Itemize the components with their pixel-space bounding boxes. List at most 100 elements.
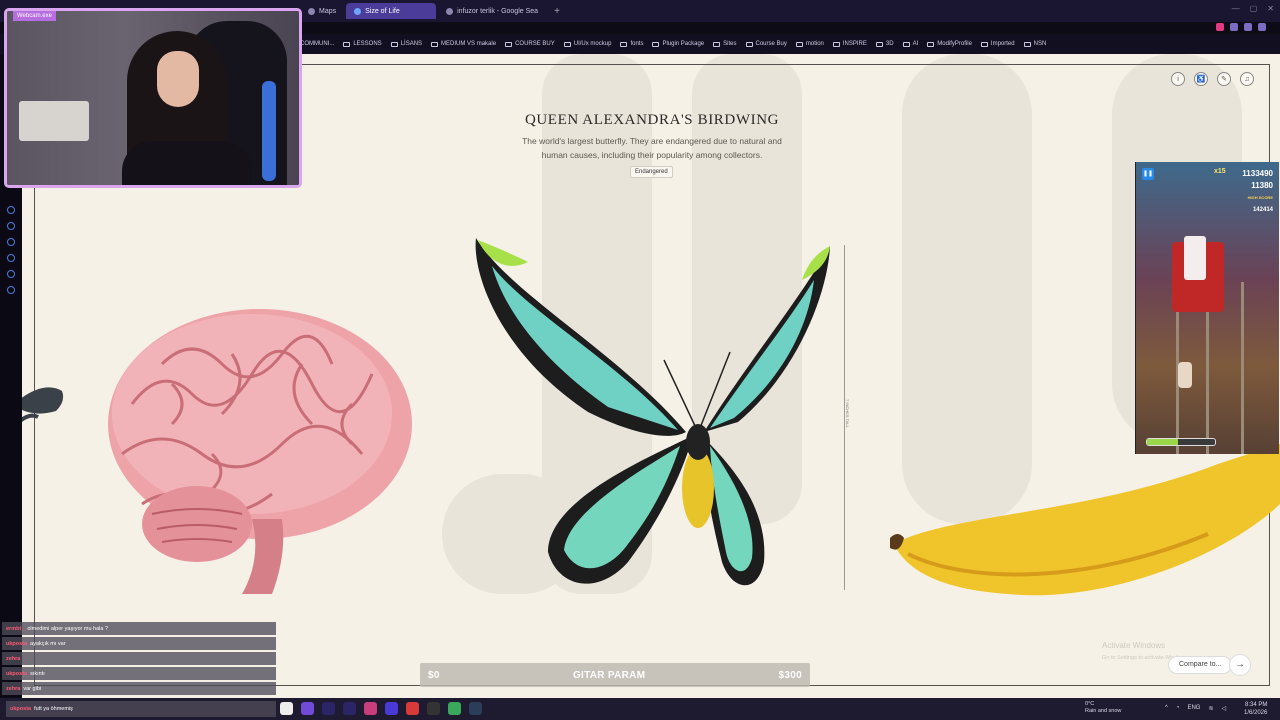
steam-icon[interactable] [469, 702, 482, 715]
budget-bar: $0 GITAR PARAM $300 [420, 663, 810, 687]
sidebar-icon[interactable] [7, 270, 15, 278]
butterfly-illustration[interactable] [468, 232, 834, 596]
chat-message: ukposta futt ya öhmemiş [6, 701, 276, 717]
folder-icon [620, 41, 628, 47]
height-measure-label: 7 INCHES TALL [845, 399, 850, 428]
folder-icon [875, 41, 883, 47]
minimize-icon[interactable]: — [1232, 4, 1240, 13]
budget-title: GITAR PARAM [572, 669, 646, 681]
folder-icon [563, 41, 571, 47]
bookmark-folder[interactable]: 3D [875, 41, 894, 47]
bookmark-folder[interactable]: fonts [620, 41, 643, 47]
folder-icon [390, 41, 398, 47]
bookmark-folder[interactable]: Plugin Package [652, 41, 704, 47]
pencil-icon[interactable]: ✎ [1217, 72, 1231, 86]
tab-size-of-life[interactable]: Size of Life [346, 3, 437, 19]
tab-maps[interactable]: Maps [300, 3, 344, 19]
fish-illustration[interactable] [22, 379, 68, 429]
page-description: The world's largest butterfly. They are … [522, 136, 782, 160]
bookmark-folder[interactable]: motion [795, 41, 824, 47]
music-icon[interactable]: ♫ [1240, 72, 1254, 86]
discord-icon[interactable] [301, 702, 314, 715]
tool-icons: i ♿ ✎ ♫ [1171, 72, 1254, 86]
extension-icons [1216, 23, 1266, 31]
bookmark-folder[interactable]: MEDIUM VS makale [431, 41, 496, 47]
bookmark-folder[interactable]: UI/Ux mockup [563, 41, 611, 47]
window-controls: — ▢ ✕ [1232, 4, 1274, 13]
language-indicator[interactable]: ENG [1187, 705, 1200, 712]
budget-min-label: $0 [428, 669, 440, 681]
bookmark-folder[interactable]: INSPIRE [832, 41, 867, 47]
budget-max-label: $300 [778, 669, 802, 681]
powerup-progress-bar [1146, 438, 1216, 446]
banana-illustration[interactable] [888, 444, 1280, 604]
premiere-icon[interactable] [343, 702, 356, 715]
chat-message: zehra [2, 652, 276, 665]
game-overlay: ❚❚ x15 1133490 11380 HIGH SCORE 142414 [1135, 162, 1279, 454]
close-icon[interactable]: ✕ [1267, 4, 1274, 13]
webcam-label: Webcam.exe [13, 11, 56, 21]
accessibility-icon[interactable]: ♿ [1194, 72, 1208, 86]
tab-google-search[interactable]: infuzor terlik - Google Sea [438, 3, 546, 19]
size-of-life-favicon-icon [354, 7, 362, 15]
status-badge: Endangered [630, 166, 673, 178]
bookmark-folder[interactable]: AI [902, 41, 918, 47]
gaming-chair-trim [262, 81, 276, 181]
taskbar-apps [280, 702, 482, 715]
webcam-radiator [19, 101, 89, 141]
next-arrow-button[interactable]: → [1229, 654, 1251, 676]
opera-icon[interactable] [364, 702, 377, 715]
webcam-overlay: Webcam.exe [4, 8, 302, 188]
weather-widget[interactable]: 0°C Rain and snow [1085, 701, 1121, 715]
folder-icon [652, 41, 660, 47]
screen: Maps Size of Life infuzor terlik - Googl… [0, 0, 1280, 720]
app-icon[interactable] [448, 702, 461, 715]
taskbar-clock[interactable]: 8:34 PM 1/6/2026 [1244, 701, 1267, 717]
network-icon[interactable]: ◔ [1176, 705, 1180, 712]
pause-icon[interactable]: ❚❚ [1142, 168, 1154, 180]
game-rail [1241, 282, 1244, 454]
extension-icon[interactable] [1230, 23, 1238, 31]
bookmark-folder[interactable]: Course Buy [745, 41, 787, 47]
sidebar-icon[interactable] [7, 238, 15, 246]
extension-icon[interactable] [1216, 23, 1224, 31]
sidebar-icon[interactable] [7, 222, 15, 230]
after-effects-icon[interactable] [322, 702, 335, 715]
folder-icon [505, 41, 513, 47]
info-icon[interactable]: i [1171, 72, 1185, 86]
system-tray: ^ ◔ ENG ≋ ◁ [1165, 705, 1226, 712]
folder-icon [795, 41, 803, 47]
chat-message: ermbt_ olmedimi alper yaşıyor mu hala ? [2, 622, 276, 635]
extension-icon[interactable] [1258, 23, 1266, 31]
profile-icon [927, 41, 935, 47]
chat-message: zehra var gibi [2, 682, 276, 695]
bookmark-folder[interactable]: Imported [980, 41, 1015, 47]
sidebar-icon[interactable] [7, 254, 15, 262]
extension-icon[interactable] [1244, 23, 1252, 31]
stream-chat: ermbt_ olmedimi alper yaşıyor mu hala ? u… [2, 622, 276, 704]
bookmark-item[interactable]: COMMUNI... [300, 41, 334, 47]
speaker-icon[interactable]: ◁ [1222, 705, 1227, 712]
brain-illustration[interactable] [102, 304, 432, 604]
capcut-icon[interactable] [427, 702, 440, 715]
maximize-icon[interactable]: ▢ [1250, 4, 1258, 13]
page-title: QUEEN ALEXANDRA'S BIRDWING [524, 112, 780, 128]
folder-icon [902, 41, 910, 47]
chevron-up-icon[interactable]: ^ [1165, 705, 1168, 712]
bookmark-folder[interactable]: Sites [713, 41, 737, 47]
bookmark-item[interactable]: ModifyProfile [927, 41, 972, 47]
google-favicon-icon [446, 7, 454, 15]
sidebar-icon[interactable] [7, 286, 15, 294]
bookmark-folder[interactable]: COURSE BUY [505, 41, 555, 47]
bookmark-folder[interactable]: NSN [1023, 41, 1046, 47]
bookmark-folder[interactable]: LİSANS [390, 41, 422, 47]
file-icon[interactable] [280, 702, 293, 715]
browser-icon[interactable] [406, 702, 419, 715]
vpn-icon[interactable] [385, 702, 398, 715]
folder-icon [431, 41, 439, 47]
compare-to-button[interactable]: Compare to... [1168, 656, 1233, 674]
sidebar-icon[interactable] [7, 206, 15, 214]
bookmark-folder[interactable]: LESSONS [343, 41, 382, 47]
wifi-icon[interactable]: ≋ [1208, 705, 1213, 712]
new-tab-button[interactable]: + [554, 6, 560, 17]
